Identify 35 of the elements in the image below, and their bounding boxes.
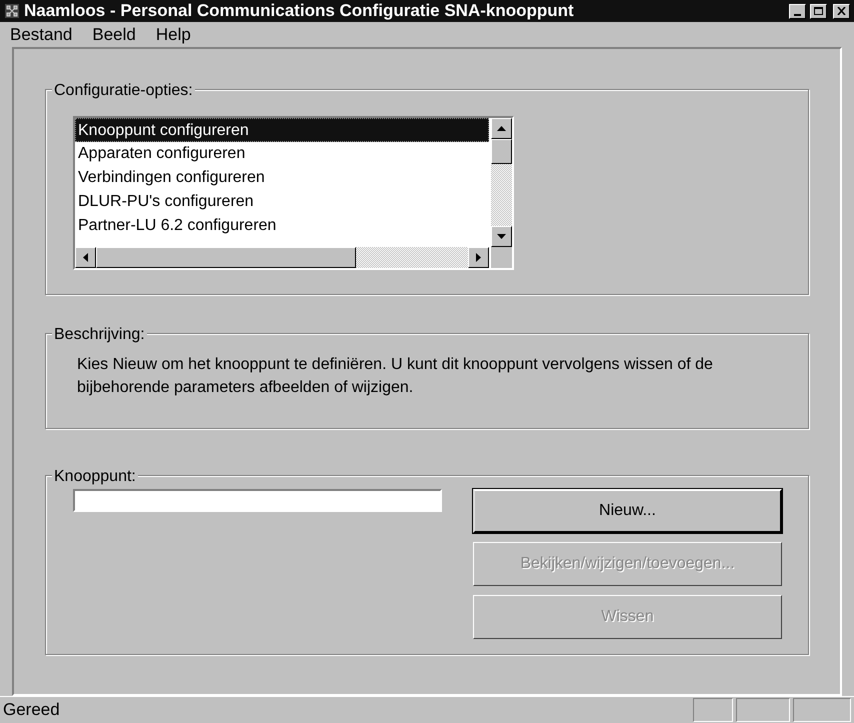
scroll-up-button[interactable] [491,118,512,139]
status-panel [793,698,851,722]
horizontal-scrollbar[interactable] [75,247,489,268]
scroll-left-button[interactable] [75,247,96,268]
list-item[interactable]: Partner-LU 6.2 configureren [75,214,489,238]
menu-item[interactable]: Help [150,22,197,48]
list-item[interactable]: DLUR-PU's configureren [75,190,489,214]
scroll-down-button[interactable] [491,226,512,247]
window-title: Naamloos - Personal Communications Configuratie SNA-knooppunt [24,0,575,22]
list-item[interactable]: Apparaten configureren [75,142,489,166]
app-icon [4,3,20,19]
up-arrow-icon [497,126,506,131]
list-item[interactable]: Verbindingen configureren [75,166,489,190]
action-button[interactable]: Nieuw... [473,489,782,533]
menu-item[interactable]: Beeld [86,22,142,48]
list-item[interactable]: Knooppunt configureren [75,118,489,142]
close-icon [837,7,846,15]
scroll-thumb[interactable] [96,247,356,268]
left-arrow-icon [83,253,88,262]
down-arrow-icon [497,234,506,239]
maximize-button[interactable] [810,4,827,18]
status-text: Gereed [3,699,61,722]
status-panel [693,698,733,722]
status-panel [736,698,790,722]
scrollbar-corner [491,247,512,268]
menu-item[interactable]: Bestand [4,22,78,48]
close-button[interactable] [833,4,850,18]
right-arrow-icon [476,253,481,262]
list-box[interactable]: Knooppunt configureren Apparaten configureren Verbindingen configureren DLUR-PU's configureren Partner-LU 6.2 configureren [73,116,514,270]
scroll-thumb[interactable] [491,139,512,164]
node-name-field[interactable] [73,489,442,512]
minimize-button[interactable] [789,4,806,18]
scroll-right-button[interactable] [468,247,489,268]
description-text: Kies Nieuw om het knooppunt te definiëren. U kunt dit knooppunt vervolgens wissen of de bijbehorende parameters afbeelden of wijzigen. [77,355,714,398]
vertical-scrollbar[interactable] [491,118,512,247]
